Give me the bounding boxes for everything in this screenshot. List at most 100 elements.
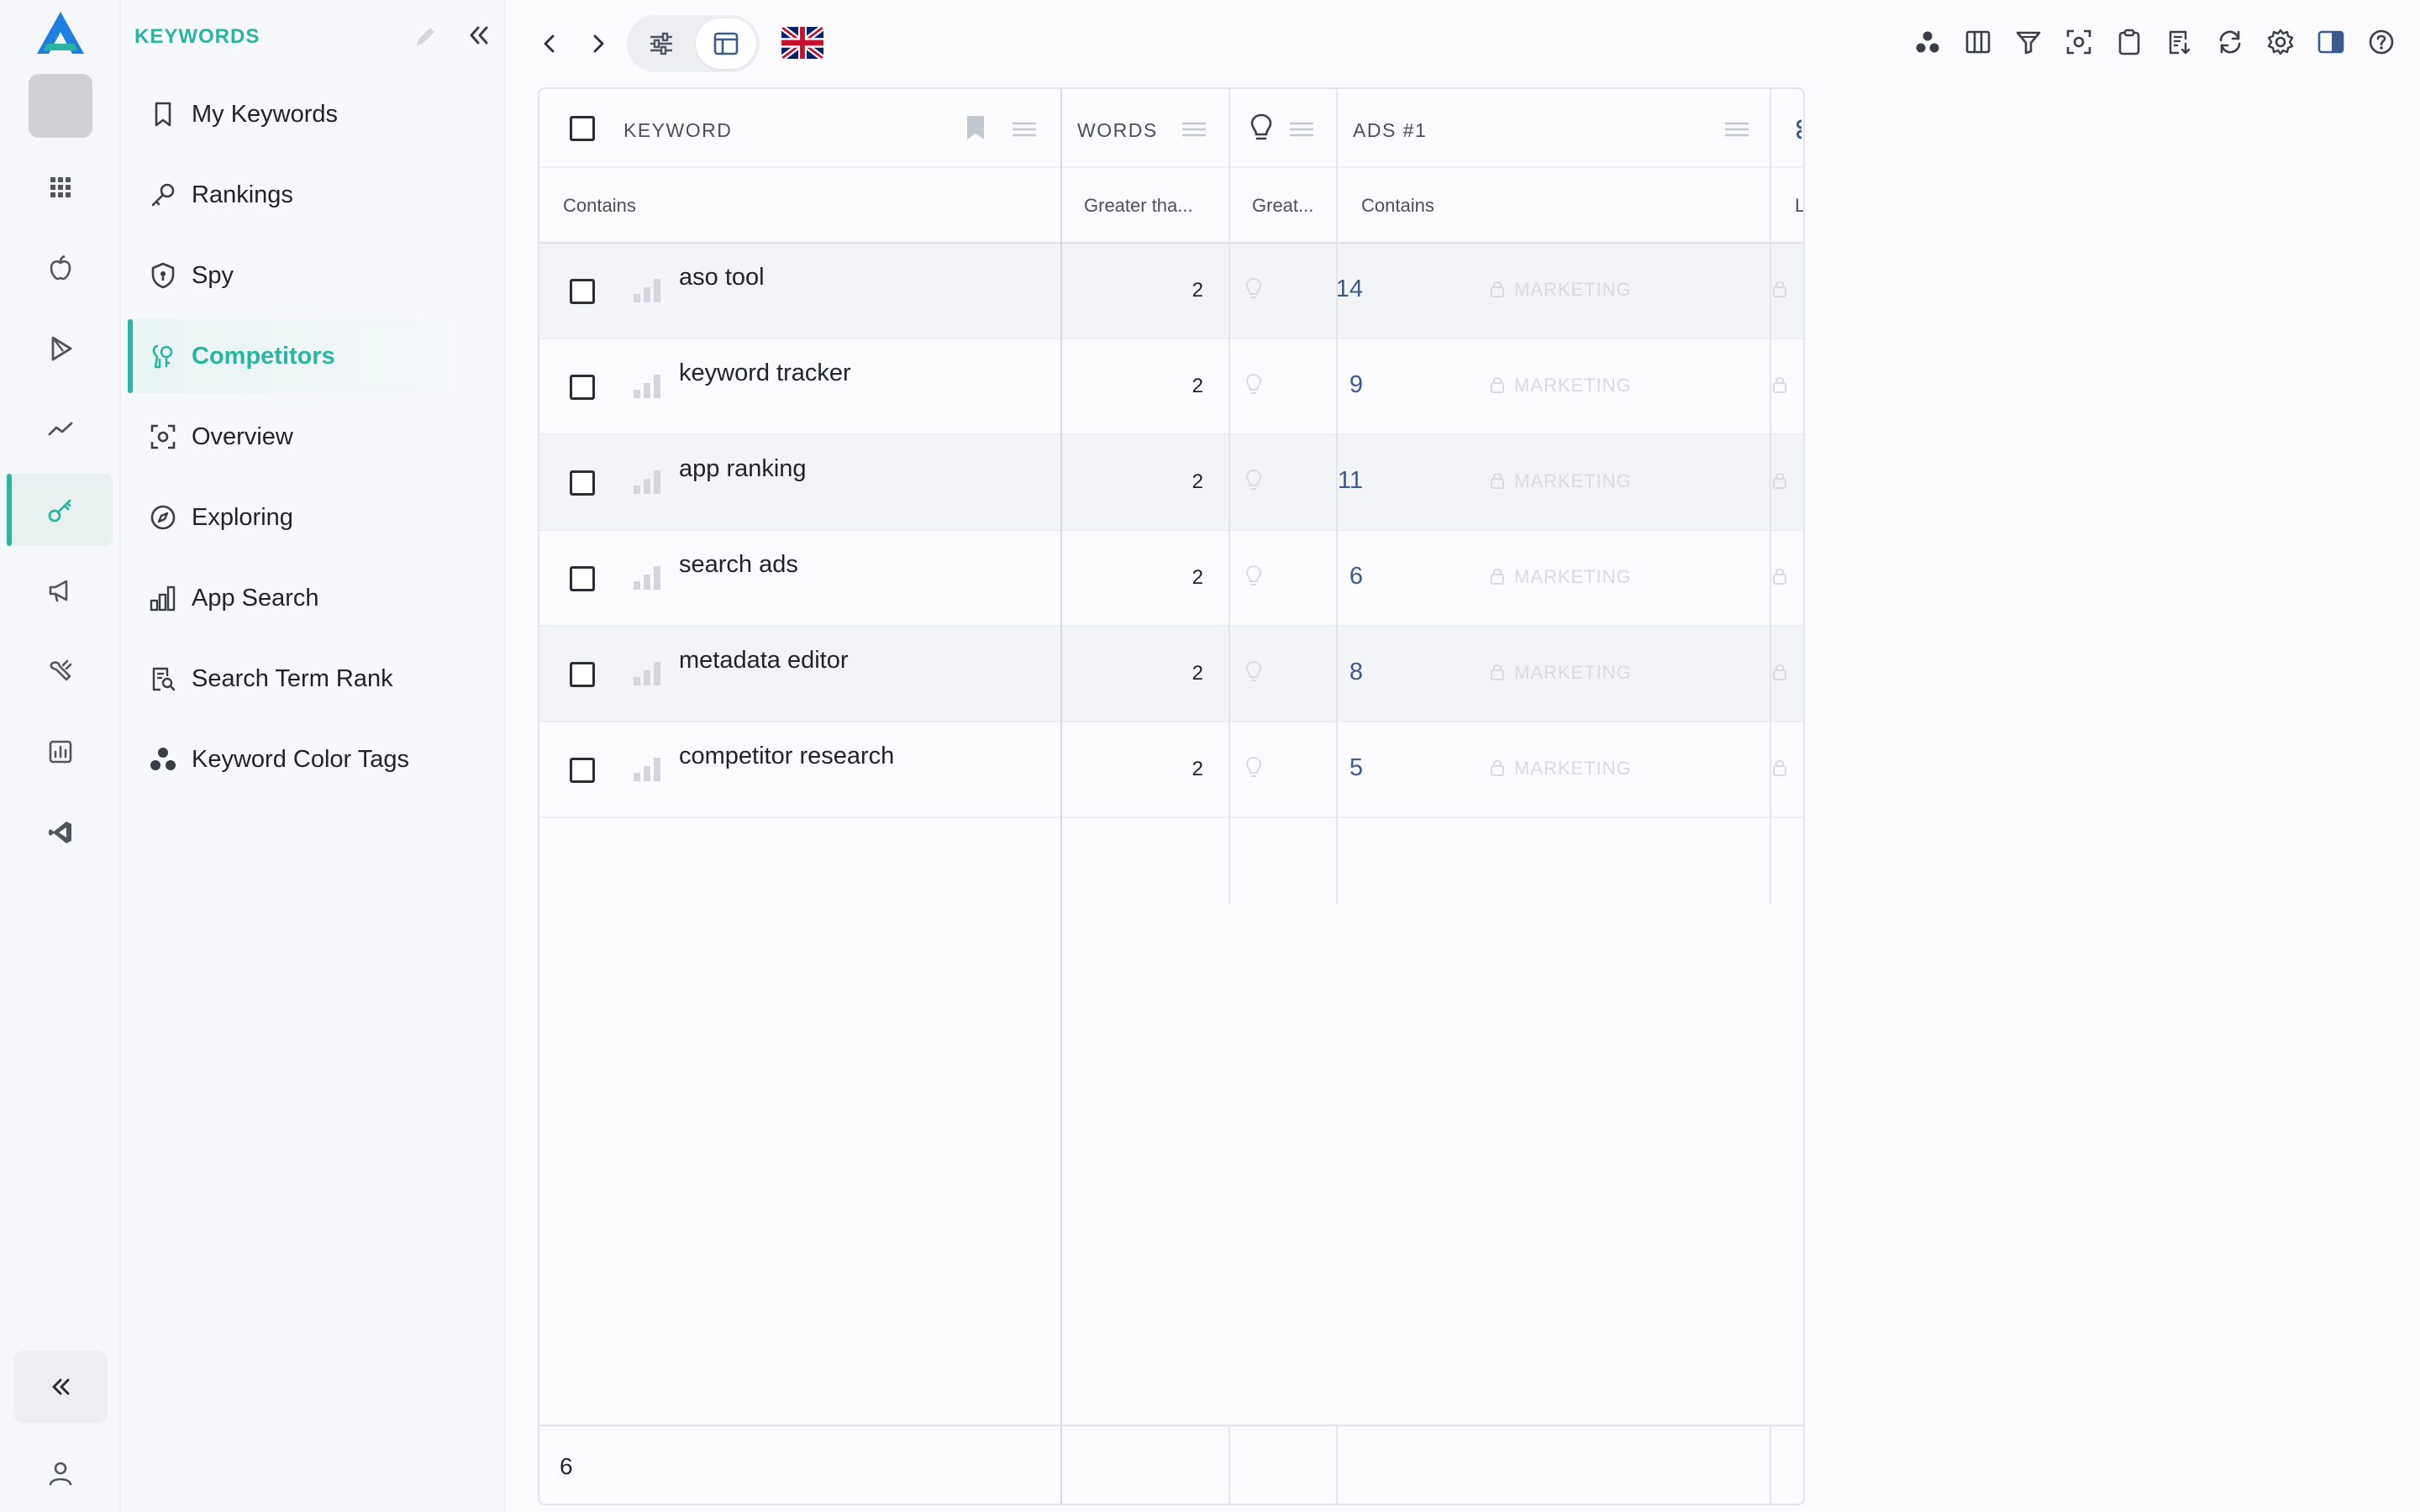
- clipboard-icon[interactable]: [2112, 25, 2146, 59]
- export-icon[interactable]: [2163, 25, 2196, 59]
- refresh-icon[interactable]: [2213, 25, 2247, 59]
- edit-icon[interactable]: [412, 22, 440, 50]
- column-menu-icon[interactable]: [1289, 121, 1314, 138]
- forward-button[interactable]: [580, 20, 617, 67]
- panel-icon[interactable]: [2314, 25, 2348, 59]
- bookmark-icon[interactable]: [965, 114, 986, 141]
- sidebar-item-search-term-rank[interactable]: Search Term Rank: [128, 642, 481, 716]
- suggestions-cell: 9: [1349, 371, 1363, 398]
- megaphone-icon[interactable]: [8, 554, 113, 627]
- lightbulb-icon: [1244, 756, 1264, 780]
- report-icon[interactable]: [8, 716, 113, 788]
- header-ads[interactable]: ADS #1: [1353, 119, 1427, 142]
- help-icon[interactable]: [2365, 25, 2398, 59]
- lock-icon: [1771, 375, 1788, 395]
- suggestions-cell: 14: [1335, 276, 1363, 302]
- color-tags-icon: [148, 744, 178, 774]
- sidebar-item-label: Keyword Color Tags: [192, 745, 409, 773]
- filter-row: Contains Greater tha... Great... Contain…: [539, 168, 1803, 244]
- sidebar-item-label: Competitors: [192, 342, 335, 370]
- header-keyword[interactable]: KEYWORD: [623, 119, 732, 142]
- vscode-icon[interactable]: [8, 796, 113, 869]
- row-checkbox[interactable]: [570, 470, 595, 496]
- sidebar-item-overview[interactable]: Overview: [128, 400, 481, 474]
- logo-icon[interactable]: [35, 10, 86, 57]
- table-row[interactable]: search ads 2 6 MARKETING: [539, 531, 1803, 627]
- table-row[interactable]: aso tool 2 14 MARKETING: [539, 244, 1803, 339]
- table-row[interactable]: competitor research 2 5 MARKETING: [539, 722, 1803, 818]
- column-menu-icon[interactable]: [1012, 121, 1037, 138]
- column-divider: [1770, 168, 1771, 904]
- settings-icon[interactable]: [2264, 25, 2297, 59]
- sidebar-item-keyword-color-tags[interactable]: Keyword Color Tags: [128, 722, 481, 796]
- words-cell: 2: [1192, 470, 1203, 493]
- ads-cell: MARKETING: [1514, 375, 1632, 396]
- row-checkbox[interactable]: [570, 375, 595, 400]
- keyword-cell[interactable]: competitor research: [679, 743, 894, 770]
- key-icon[interactable]: [7, 474, 113, 546]
- lightbulb-icon: [1244, 564, 1264, 588]
- sidebar-item-exploring[interactable]: Exploring: [128, 480, 481, 554]
- user-icon[interactable]: [37, 1450, 84, 1497]
- table-row[interactable]: keyword tracker 2 9 MARKETING: [539, 339, 1803, 435]
- columns-icon[interactable]: [1961, 25, 1995, 59]
- sidebar-item-app-search[interactable]: App Search: [128, 561, 481, 635]
- signal-bars-icon: [632, 753, 662, 783]
- keyword-cell[interactable]: keyword tracker: [679, 360, 851, 387]
- trend-icon[interactable]: [8, 393, 113, 465]
- keyword-cell[interactable]: aso tool: [679, 264, 765, 291]
- row-checkbox[interactable]: [570, 662, 595, 687]
- suggestions-filter[interactable]: Great...: [1252, 195, 1313, 217]
- column-menu-icon[interactable]: [1181, 121, 1207, 138]
- filter-icon[interactable]: [2012, 25, 2045, 59]
- keyword-filter[interactable]: Contains: [563, 195, 636, 217]
- grid-icon[interactable]: [8, 151, 113, 223]
- focus-icon[interactable]: [2062, 25, 2096, 59]
- app-avatar[interactable]: [29, 74, 92, 138]
- row-count: 6: [560, 1453, 573, 1479]
- row-checkbox[interactable]: [570, 758, 595, 783]
- column-divider: [1770, 1426, 1771, 1504]
- play-store-icon[interactable]: [8, 312, 113, 385]
- sidebar-item-my-keywords[interactable]: My Keywords: [128, 77, 481, 151]
- lock-icon: [1489, 758, 1506, 778]
- truncated-filter[interactable]: L: [1795, 195, 1803, 217]
- table-row[interactable]: metadata editor 2 8 MARKETING: [539, 627, 1803, 722]
- lightbulb-icon[interactable]: [1249, 113, 1274, 143]
- view-toggle: [627, 15, 760, 72]
- words-cell: 2: [1192, 758, 1203, 780]
- row-checkbox[interactable]: [570, 279, 595, 304]
- lock-icon: [1489, 662, 1506, 682]
- tools-icon[interactable]: [8, 635, 113, 707]
- sliders-icon[interactable]: [632, 20, 691, 67]
- keyword-cell[interactable]: app ranking: [679, 455, 807, 483]
- column-divider: [1228, 89, 1230, 168]
- color-tags-icon[interactable]: [1911, 25, 1944, 59]
- sidebar-item-competitors[interactable]: Competitors: [128, 319, 481, 393]
- sidebar-item-label: Rankings: [192, 181, 293, 208]
- sidebar-collapse-icon[interactable]: [464, 20, 494, 50]
- document-search-icon: [148, 664, 178, 694]
- sidebar-item-label: Spy: [192, 261, 234, 289]
- header-words[interactable]: WORDS: [1077, 119, 1158, 142]
- keyword-cell[interactable]: metadata editor: [679, 647, 849, 675]
- column-menu-icon[interactable]: [1724, 121, 1749, 138]
- row-checkbox[interactable]: [570, 566, 595, 591]
- sidebar-item-rankings[interactable]: Rankings: [128, 158, 481, 232]
- table-row[interactable]: app ranking 2 11 MARKETING: [539, 435, 1803, 531]
- lock-icon: [1489, 375, 1506, 395]
- keyword-cell[interactable]: search ads: [679, 551, 798, 579]
- uk-flag-icon[interactable]: [781, 27, 823, 59]
- select-all-checkbox[interactable]: [570, 116, 595, 141]
- collapse-icon[interactable]: [13, 1351, 108, 1423]
- table-view-icon[interactable]: [696, 18, 756, 69]
- apple-icon[interactable]: [8, 232, 113, 304]
- back-button[interactable]: [531, 20, 568, 67]
- ads-cell: MARKETING: [1514, 279, 1632, 300]
- column-divider: [1336, 89, 1338, 168]
- sidebar-item-spy[interactable]: Spy: [128, 239, 481, 312]
- words-filter[interactable]: Greater tha...: [1084, 195, 1193, 217]
- ads-filter[interactable]: Contains: [1361, 195, 1434, 217]
- lock-icon: [1771, 279, 1788, 299]
- pinned-divider: [1060, 89, 1062, 1504]
